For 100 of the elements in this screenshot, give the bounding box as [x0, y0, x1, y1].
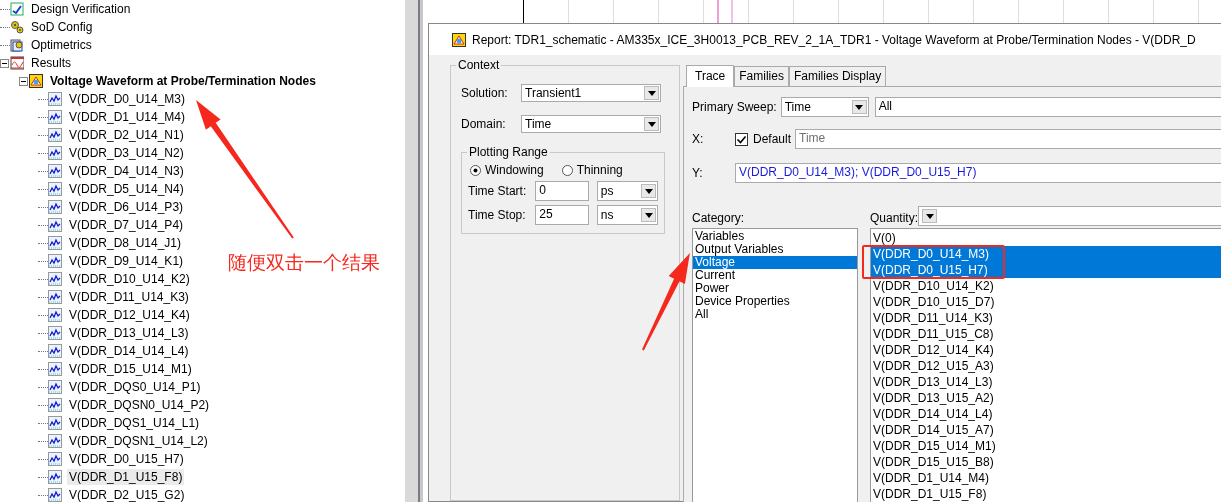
caret-icon: [925, 213, 934, 219]
collapse-toggle[interactable]: [19, 76, 28, 86]
list-item[interactable]: V(DDR_D12_U14_K4): [871, 342, 1221, 358]
list-item[interactable]: V(DDR_D15_U15_B8): [871, 454, 1221, 470]
tree-item[interactable]: V(DDR_D0_U14_M3): [67, 91, 188, 107]
tree-item[interactable]: V(DDR_D11_U14_K3): [67, 289, 191, 305]
tree-item[interactable]: V(DDR_DQS1_U14_L1): [67, 415, 202, 431]
field-label: Domain:: [461, 117, 507, 131]
list-item[interactable]: V(DDR_D10_U14_K2): [871, 278, 1221, 294]
list-item[interactable]: Variables: [693, 230, 857, 243]
tree-item[interactable]: V(DDR_DQSN1_U14_L2): [67, 433, 210, 449]
waveform-icon: [48, 164, 62, 178]
collapse-toggle[interactable]: [0, 58, 9, 68]
list-item[interactable]: V(DDR_D13_U14_L3): [871, 374, 1221, 390]
field-label: Solution:: [461, 86, 509, 100]
tree-item[interactable]: V(DDR_DQSN0_U14_P2): [67, 397, 212, 413]
dropdown-button[interactable]: [644, 86, 659, 100]
list-item[interactable]: V(DDR_D11_U15_C8): [871, 326, 1221, 342]
tree-item[interactable]: V(DDR_D12_U14_K4): [67, 307, 192, 323]
unit-dropdown[interactable]: ps: [596, 181, 658, 201]
y-expression-field[interactable]: V(DDR_D0_U14_M3); V(DDR_D0_U15_H7): [735, 163, 1221, 183]
field-label: X:: [692, 132, 705, 146]
dropdown-button[interactable]: [851, 100, 867, 114]
sweep-dropdown[interactable]: Time: [780, 97, 869, 117]
list-item[interactable]: V(DDR_D1_U15_F8): [871, 486, 1221, 502]
tab[interactable]: Families: [734, 66, 789, 86]
list-item[interactable]: V(DDR_D10_U15_D7): [871, 294, 1221, 310]
list-item[interactable]: Output Variables: [693, 243, 857, 256]
waveform-icon: [48, 92, 62, 106]
tree-item[interactable]: Voltage Waveform at Probe/Termination Nodes: [48, 73, 318, 89]
radio-label[interactable]: Thinning: [576, 163, 623, 177]
tree-item[interactable]: V(DDR_D1_U14_M4): [67, 109, 188, 125]
tree-item[interactable]: V(DDR_D8_U14_J1): [67, 235, 184, 251]
field-label: Quantity:: [870, 210, 919, 226]
tree-item[interactable]: V(DDR_D13_U14_L3): [67, 325, 191, 341]
tree-item[interactable]: Results: [29, 55, 73, 71]
list-item[interactable]: V(DDR_D13_U15_A2): [871, 390, 1221, 406]
tree-item[interactable]: V(DDR_D15_U14_M1): [67, 361, 194, 377]
tree-item[interactable]: V(DDR_D2_U14_N1): [67, 127, 186, 143]
tree-item[interactable]: V(DDR_D7_U14_P4): [67, 217, 186, 233]
waveform-icon: [48, 146, 62, 160]
dropdown-button[interactable]: [922, 209, 938, 223]
tree-item[interactable]: V(DDR_D1_U15_F8): [67, 469, 185, 485]
group-title: Plotting Range: [467, 145, 550, 159]
tree-item[interactable]: V(DDR_D10_U14_K2): [67, 271, 192, 287]
time-start-field[interactable]: 0: [535, 181, 589, 201]
radio-button[interactable]: [470, 164, 481, 176]
caret-icon: [644, 212, 653, 218]
tree-item[interactable]: Design Verification: [29, 1, 133, 17]
tab[interactable]: Families Display: [788, 66, 887, 86]
caret-icon: [647, 121, 656, 127]
sweep-range-field[interactable]: All: [874, 97, 1221, 117]
tree-item[interactable]: V(DDR_DQS0_U14_P1): [67, 379, 203, 395]
tree-item[interactable]: V(DDR_D3_U14_N2): [67, 145, 186, 161]
tree-item[interactable]: V(DDR_D14_U14_L4): [67, 343, 191, 359]
window-title: Report: TDR1_schematic - AM335x_ICE_3H0013_PCB_REV_2_1A_TDR1 - Voltage Waveform at Probe/Termination Nodes - V(DDR_D: [472, 32, 1196, 47]
tree-item[interactable]: V(DDR_D5_U14_N4): [67, 181, 186, 197]
time-stop-field[interactable]: 25: [535, 205, 589, 225]
list-item[interactable]: V(DDR_D0_U14_M3): [871, 246, 1221, 262]
tree-item[interactable]: SoD Config: [29, 19, 95, 35]
tree-item[interactable]: V(DDR_D0_U15_H7): [67, 451, 186, 467]
list-item[interactable]: V(DDR_D15_U14_M1): [871, 438, 1221, 454]
dropdown-button[interactable]: [641, 208, 656, 222]
list-item[interactable]: V(DDR_D0_U15_H7): [871, 262, 1221, 278]
list-item[interactable]: Power: [693, 282, 857, 295]
field-label: Y:: [692, 166, 704, 180]
waveform-icon: [48, 128, 62, 142]
dropdown-button[interactable]: [644, 117, 659, 131]
tree-item[interactable]: V(DDR_D4_U14_N3): [67, 163, 186, 179]
domain-dropdown[interactable]: Time: [521, 115, 661, 133]
waveform-icon: [48, 326, 62, 340]
list-item[interactable]: V(DDR_D11_U14_K3): [871, 310, 1221, 326]
list-item[interactable]: V(DDR_D14_U15_A7): [871, 422, 1221, 438]
gear-icon: [10, 20, 24, 34]
list-item[interactable]: V(0): [871, 230, 1221, 246]
dropdown-button[interactable]: [641, 184, 656, 198]
list-item[interactable]: V(DDR_D12_U15_A3): [871, 358, 1221, 374]
list-item[interactable]: Device Properties: [693, 295, 857, 308]
tab[interactable]: Trace: [686, 65, 735, 87]
gear-document-icon: [10, 38, 24, 52]
tree-item[interactable]: V(DDR_D2_U15_G2): [67, 487, 187, 502]
list-item[interactable]: All: [693, 308, 857, 321]
list-item[interactable]: Current: [693, 269, 857, 282]
waveform-icon: [48, 398, 62, 412]
radio-label[interactable]: Windowing: [485, 163, 544, 177]
checkbox[interactable]: [735, 132, 748, 146]
group-title: Context: [456, 58, 502, 72]
list-item[interactable]: V(DDR_D1_U14_M4): [871, 470, 1221, 486]
caret-icon: [855, 104, 864, 110]
list-item[interactable]: V(DDR_D14_U14_L4): [871, 406, 1221, 422]
waveform-icon: [48, 470, 62, 484]
list-item[interactable]: Voltage: [693, 256, 857, 269]
radio-button[interactable]: [561, 164, 573, 176]
solution-dropdown[interactable]: Transient1: [521, 84, 661, 102]
unit-dropdown[interactable]: ns: [596, 205, 658, 225]
checkbox-label[interactable]: Default: [753, 132, 792, 146]
tree-item[interactable]: V(DDR_D9_U14_K1): [67, 253, 186, 269]
tree-item[interactable]: V(DDR_D6_U14_P3): [67, 199, 186, 215]
field-label: Time Start:: [468, 184, 528, 198]
tree-item[interactable]: Optimetrics: [29, 37, 94, 53]
